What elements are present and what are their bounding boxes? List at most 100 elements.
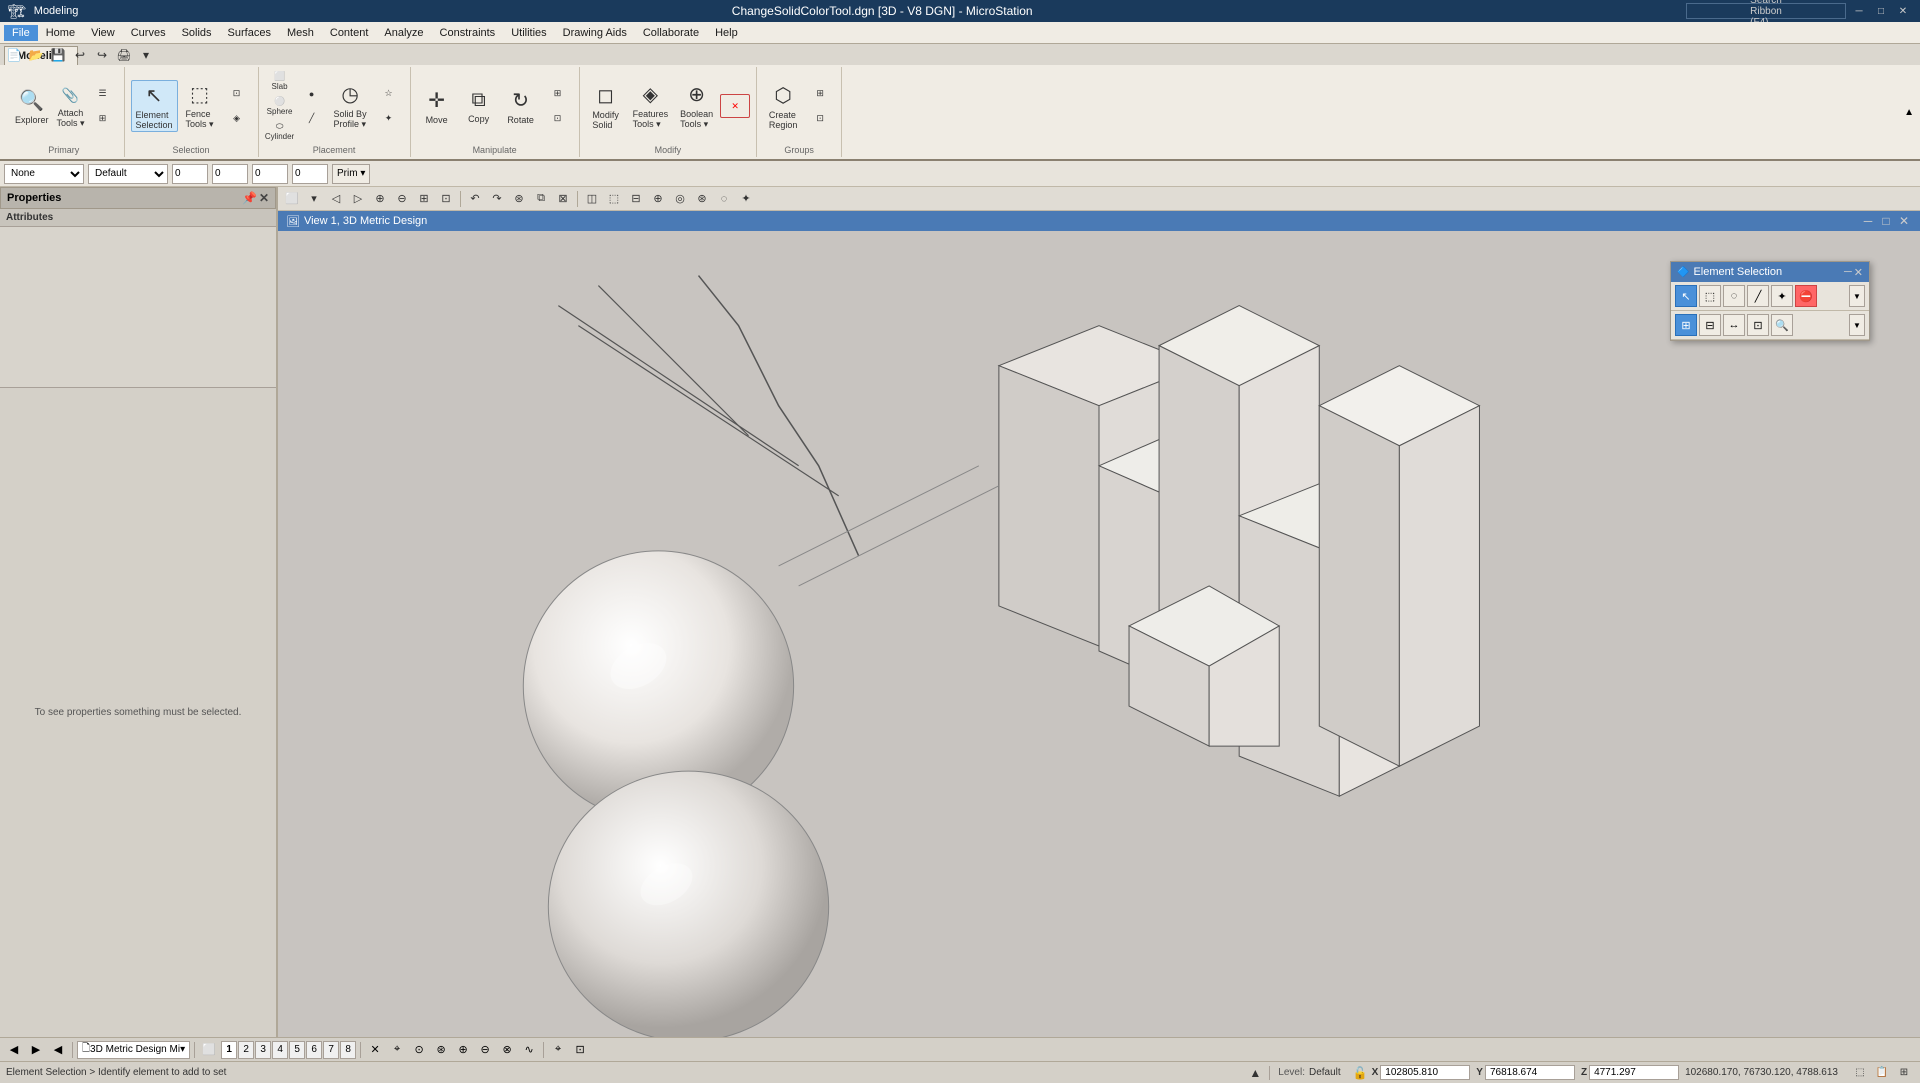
slab-button[interactable]: ⬜ Slab xyxy=(265,69,295,93)
menu-item-collaborate[interactable]: Collaborate xyxy=(635,25,707,41)
place-extra2-btn[interactable]: ✦ xyxy=(374,107,404,131)
sb-btn1[interactable]: ⬚ xyxy=(1850,1063,1870,1083)
qat-open-btn[interactable]: 📂 xyxy=(26,45,46,65)
vt-btn-5[interactable]: ⊕ xyxy=(370,189,390,209)
snap-btn8[interactable]: ∿ xyxy=(519,1040,539,1060)
page-3-btn[interactable]: 3 xyxy=(255,1041,271,1059)
vt-btn-9[interactable]: ↶ xyxy=(465,189,485,209)
es-arrow-btn[interactable]: ↖ xyxy=(1675,285,1697,307)
manip-extra2-btn[interactable]: ⊡ xyxy=(543,107,573,131)
snap-btn4[interactable]: ⊛ xyxy=(431,1040,451,1060)
snap-btn1[interactable]: ✕ xyxy=(365,1040,385,1060)
es-line-btn[interactable]: ╱ xyxy=(1747,285,1769,307)
manip-extra1-btn[interactable]: ⊞ xyxy=(543,82,573,106)
qat-new-btn[interactable]: 📄 xyxy=(4,45,24,65)
vp-close-btn[interactable]: ✕ xyxy=(1896,214,1912,228)
sphere-button[interactable]: ⚪ Sphere xyxy=(265,94,295,118)
menu-item-file[interactable]: File xyxy=(4,25,38,41)
page-5-btn[interactable]: 5 xyxy=(289,1041,305,1059)
menu-item-curves[interactable]: Curves xyxy=(123,25,174,41)
page-2-btn[interactable]: 2 xyxy=(238,1041,254,1059)
vt-btn-4[interactable]: ▷ xyxy=(348,189,368,209)
z-coord-input[interactable] xyxy=(1589,1065,1679,1080)
es-invert-btn[interactable]: ↔ xyxy=(1723,314,1745,336)
copy-button[interactable]: ⧉ Copy xyxy=(459,80,499,132)
qat-save-btn[interactable]: 💾 xyxy=(48,45,68,65)
search-ribbon-btn[interactable]: Search Ribbon (F4) xyxy=(1686,3,1846,19)
vp-maximize-btn[interactable]: □ xyxy=(1878,214,1894,228)
linestyle-input[interactable] xyxy=(292,164,328,184)
explorer-button[interactable]: 🔍 Explorer xyxy=(10,80,54,132)
page-7-btn[interactable]: 7 xyxy=(323,1041,339,1059)
features-tools-button[interactable]: ◈ FeaturesTools ▾ xyxy=(628,80,674,132)
line-btn[interactable]: ╱ xyxy=(297,107,327,131)
page-1-btn[interactable]: 1 xyxy=(221,1041,237,1059)
x-coord-input[interactable] xyxy=(1380,1065,1470,1080)
cylinder-button[interactable]: ⬭ Cylinder xyxy=(265,119,295,143)
vp-minimize-btn[interactable]: ─ xyxy=(1860,214,1876,228)
vt-btn-13[interactable]: ⊠ xyxy=(553,189,573,209)
elem-sel-minimize-btn[interactable]: ─ xyxy=(1844,266,1852,279)
place-extra1-btn[interactable]: ☆ xyxy=(374,82,404,106)
create-region-button[interactable]: ⬡ CreateRegion xyxy=(763,80,803,132)
es-magic-btn[interactable]: ✦ xyxy=(1771,285,1793,307)
menu-item-mesh[interactable]: Mesh xyxy=(279,25,322,41)
snap-btn7[interactable]: ⊗ xyxy=(497,1040,517,1060)
vt-btn-17[interactable]: ⊕ xyxy=(648,189,668,209)
modify-close-btn[interactable]: ✕ xyxy=(720,94,750,118)
page-6-btn[interactable]: 6 xyxy=(306,1041,322,1059)
vt-btn-3[interactable]: ◁ xyxy=(326,189,346,209)
btm-fwd-btn[interactable]: ▶ xyxy=(26,1040,46,1060)
modify-solid-button[interactable]: ◻ ModifySolid xyxy=(586,80,626,132)
titlebar-maximize-btn[interactable]: □ xyxy=(1872,3,1890,19)
menu-item-constraints[interactable]: Constraints xyxy=(432,25,504,41)
color-input[interactable] xyxy=(212,164,248,184)
vt-btn-16[interactable]: ⊟ xyxy=(626,189,646,209)
groups-extra2-btn[interactable]: ⊡ xyxy=(805,107,835,131)
es-sub-mode-btn[interactable]: ⊟ xyxy=(1699,314,1721,336)
properties-pin-btn[interactable]: 📌 xyxy=(242,191,257,205)
snap-btn6[interactable]: ⊖ xyxy=(475,1040,495,1060)
vt-btn-11[interactable]: ⊛ xyxy=(509,189,529,209)
vt-btn-2[interactable]: ▾ xyxy=(304,189,324,209)
es-add-mode-btn[interactable]: ⊞ xyxy=(1675,314,1697,336)
status-indicator-btn[interactable]: ▲ xyxy=(1249,1066,1261,1080)
vt-btn-15[interactable]: ⬚ xyxy=(604,189,624,209)
qat-undo-btn[interactable]: ↩ xyxy=(70,45,90,65)
qat-redo-btn[interactable]: ↪ xyxy=(92,45,112,65)
elem-sel-close-btn[interactable]: ✕ xyxy=(1854,266,1863,279)
es-row2-dropdown-btn[interactable]: ▼ xyxy=(1849,314,1865,336)
es-box-btn[interactable]: ⬚ xyxy=(1699,285,1721,307)
levels-btn[interactable]: ☰ xyxy=(88,82,118,106)
solid-by-profile-button[interactable]: ◷ Solid ByProfile ▾ xyxy=(329,80,372,132)
btm-back-btn[interactable]: ◀ xyxy=(4,1040,24,1060)
sel-filter-btn[interactable]: ⊡ xyxy=(222,82,252,106)
vt-btn-14[interactable]: ◫ xyxy=(582,189,602,209)
menu-item-help[interactable]: Help xyxy=(707,25,746,41)
vt-btn-12[interactable]: ⧉ xyxy=(531,189,551,209)
menu-item-home[interactable]: Home xyxy=(38,25,83,41)
snap-btn2[interactable]: ⌖ xyxy=(387,1040,407,1060)
menu-item-utilities[interactable]: Utilities xyxy=(503,25,554,41)
snap-btn5[interactable]: ⊕ xyxy=(453,1040,473,1060)
menu-item-solids[interactable]: Solids xyxy=(174,25,220,41)
es-dropdown-btn[interactable]: ▼ xyxy=(1849,285,1865,307)
level-input[interactable] xyxy=(252,164,288,184)
snap-btn3[interactable]: ⊙ xyxy=(409,1040,429,1060)
titlebar-minimize-btn[interactable]: ─ xyxy=(1850,3,1868,19)
es-clear-btn[interactable]: ⛔ xyxy=(1795,285,1817,307)
es-search-btn[interactable]: 🔍 xyxy=(1771,314,1793,336)
vt-btn-8[interactable]: ⊡ xyxy=(436,189,456,209)
fence-tools-button[interactable]: ⬚ FenceTools ▾ xyxy=(180,80,220,132)
move-button[interactable]: ✛ Move xyxy=(417,80,457,132)
attach-tools-button[interactable]: 📎 xyxy=(56,83,86,107)
sheet-btn[interactable]: ⬜ xyxy=(199,1040,219,1060)
titlebar-close-btn[interactable]: ✕ xyxy=(1894,3,1912,19)
vt-btn-21[interactable]: ✦ xyxy=(736,189,756,209)
menu-item-surfaces[interactable]: Surfaces xyxy=(220,25,279,41)
page-4-btn[interactable]: 4 xyxy=(272,1041,288,1059)
menu-item-drawing-aids[interactable]: Drawing Aids xyxy=(555,25,635,41)
prim-button[interactable]: Prim ▾ xyxy=(332,164,370,184)
acc-mode-btn[interactable]: ⊡ xyxy=(570,1040,590,1060)
menu-item-analyze[interactable]: Analyze xyxy=(376,25,431,41)
